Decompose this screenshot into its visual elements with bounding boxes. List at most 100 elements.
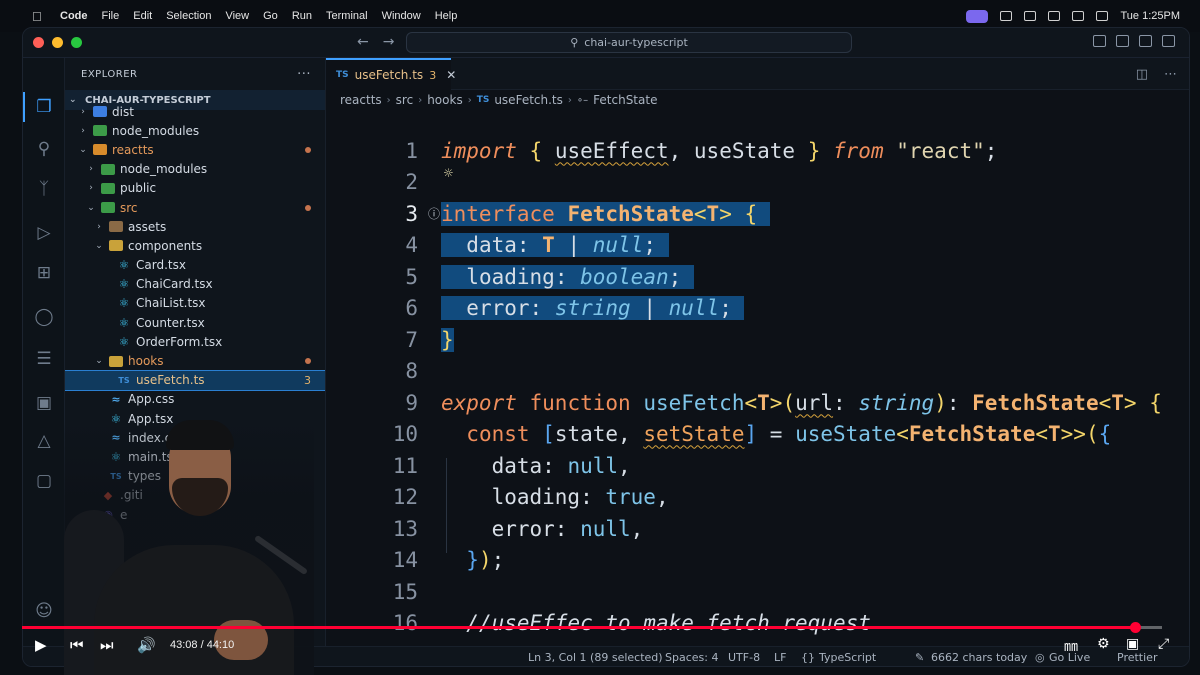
customize-layout-icon[interactable] bbox=[1093, 35, 1106, 47]
folder-icon bbox=[109, 240, 123, 252]
account-icon[interactable]: ☺ bbox=[33, 600, 55, 622]
file-tree-item[interactable]: › node_modules bbox=[65, 121, 325, 140]
menu-help[interactable]: Help bbox=[435, 10, 458, 22]
file-tree-label: public bbox=[120, 181, 157, 196]
settings-gear-icon[interactable]: ⚙ bbox=[1097, 636, 1110, 652]
volume-icon[interactable]: 🔊 bbox=[137, 636, 156, 654]
tray-bluetooth-icon[interactable] bbox=[1048, 11, 1061, 21]
code-line[interactable]: 2 bbox=[326, 166, 1189, 197]
file-tree-item[interactable]: ⌄ components bbox=[65, 236, 325, 255]
captions-icon[interactable]: ㎜ bbox=[1064, 636, 1078, 656]
menu-run[interactable]: Run bbox=[292, 10, 312, 22]
previous-icon[interactable]: ⏮ bbox=[70, 636, 84, 654]
folder-icon bbox=[109, 221, 123, 233]
close-tab-icon[interactable]: ✕ bbox=[446, 68, 456, 82]
run-debug-icon[interactable]: ▷ bbox=[33, 222, 55, 244]
split-editor-icon[interactable]: ◫ bbox=[1136, 67, 1148, 82]
tray-wifi-icon[interactable] bbox=[1072, 11, 1085, 21]
breadcrumb-file[interactable]: useFetch.ts bbox=[494, 93, 563, 107]
menu-selection[interactable]: Selection bbox=[166, 10, 211, 22]
file-tree-item[interactable]: ⌄ reactts bbox=[65, 140, 325, 159]
apple-logo-icon[interactable]:  bbox=[32, 9, 48, 24]
minimize-window-button[interactable] bbox=[52, 37, 63, 48]
file-tree-item[interactable]: › public bbox=[65, 179, 325, 198]
file-tree-item[interactable]: ⌄ hooks bbox=[65, 351, 325, 370]
line-number: 8 bbox=[405, 358, 418, 383]
code-line[interactable]: 1 import { useEffect, useState } from "r… bbox=[326, 135, 1189, 166]
fullscreen-icon[interactable]: ⤢ bbox=[1158, 636, 1169, 652]
tray-control-center-icon[interactable] bbox=[1096, 11, 1109, 21]
toggle-secondary-sidebar-icon[interactable] bbox=[1162, 35, 1175, 47]
code-line[interactable]: 8 bbox=[326, 355, 1189, 386]
extensions-icon[interactable]: ⊞ bbox=[33, 262, 55, 284]
menu-file[interactable]: File bbox=[102, 10, 120, 22]
code-line[interactable]: 3 interface FetchState<T> { bbox=[326, 198, 1189, 229]
code-text: error: string | null; bbox=[441, 295, 745, 320]
code-line[interactable]: 14 }); bbox=[326, 544, 1189, 575]
play-icon[interactable]: ▶ bbox=[35, 636, 47, 654]
file-tree-item[interactable]: › node_modules bbox=[65, 160, 325, 179]
menubar-clock[interactable]: Tue 1:25PM bbox=[1120, 10, 1180, 22]
more-actions-icon[interactable]: ⋯ bbox=[1164, 67, 1177, 82]
chevron-right-icon: › bbox=[386, 94, 391, 106]
activity-bar: ❐ ⚲ ᛉ ▷ ⊞ ◯ ☰ ▣ △ ▢ ☺ bbox=[23, 58, 65, 646]
zoom-window-button[interactable] bbox=[71, 37, 82, 48]
breadcrumb-src[interactable]: src bbox=[396, 93, 414, 107]
breadcrumb-reactts[interactable]: reactts bbox=[340, 93, 382, 107]
typescript-file-icon: TS bbox=[476, 95, 490, 105]
code-line[interactable]: 10 const [state, setState] = useState<Fe… bbox=[326, 418, 1189, 449]
container-icon[interactable]: ▢ bbox=[33, 470, 55, 492]
close-window-button[interactable] bbox=[33, 37, 44, 48]
video-progress-bar[interactable] bbox=[22, 622, 1162, 633]
next-icon[interactable]: ⏭ bbox=[100, 636, 114, 654]
deploy-icon[interactable]: △ bbox=[33, 430, 55, 452]
env-icon[interactable]: ▣ bbox=[33, 392, 55, 414]
menu-window[interactable]: Window bbox=[382, 10, 421, 22]
layers-icon[interactable]: ☰ bbox=[33, 348, 55, 370]
file-tree-item[interactable]: ⚛ Card.tsx bbox=[65, 256, 325, 275]
file-tree-item[interactable]: › assets bbox=[65, 217, 325, 236]
file-tree-item[interactable]: ≈ App.css bbox=[65, 390, 325, 409]
code-line[interactable]: 12 loading: true, bbox=[326, 481, 1189, 512]
file-tree-label: components bbox=[128, 238, 203, 253]
source-control-icon[interactable]: ᛉ bbox=[33, 178, 55, 200]
code-line[interactable]: 4 data: T | null; bbox=[326, 229, 1189, 260]
explorer-icon[interactable]: ❐ bbox=[23, 92, 55, 122]
back-arrow-icon[interactable]: ← bbox=[357, 34, 369, 50]
toggle-sidebar-icon[interactable] bbox=[1116, 35, 1129, 47]
menu-terminal[interactable]: Terminal bbox=[326, 10, 368, 22]
code-line[interactable]: 5 loading: boolean; bbox=[326, 261, 1189, 292]
search-view-icon[interactable]: ⚲ bbox=[33, 138, 55, 160]
menu-edit[interactable]: Edit bbox=[133, 10, 152, 22]
menu-app-name[interactable]: Code bbox=[60, 10, 88, 22]
more-actions-icon[interactable]: ··· bbox=[297, 67, 311, 82]
modified-dot-icon bbox=[305, 358, 311, 365]
database-icon[interactable]: ◯ bbox=[33, 306, 55, 328]
tray-battery-icon[interactable] bbox=[1024, 11, 1037, 21]
chevron-right-icon: › bbox=[89, 183, 93, 194]
file-tree-item[interactable]: › dist bbox=[65, 102, 325, 121]
file-tree-item[interactable]: ⚛ Counter.tsx bbox=[65, 313, 325, 332]
menu-view[interactable]: View bbox=[225, 10, 249, 22]
breadcrumb-hooks[interactable]: hooks bbox=[427, 93, 463, 107]
file-tree-item[interactable]: ⌄ src bbox=[65, 198, 325, 217]
code-line[interactable]: 6 error: string | null; bbox=[326, 292, 1189, 323]
breadcrumb-symbol[interactable]: FetchState bbox=[593, 93, 657, 107]
menu-go[interactable]: Go bbox=[263, 10, 278, 22]
miniplayer-icon[interactable]: ▣ bbox=[1126, 636, 1139, 652]
tray-record-icon[interactable] bbox=[1000, 11, 1013, 21]
forward-arrow-icon[interactable]: → bbox=[383, 34, 395, 50]
file-tree-item[interactable]: ⚛ ChaiList.tsx bbox=[65, 294, 325, 313]
code-line[interactable]: 7 } bbox=[326, 324, 1189, 355]
code-line[interactable]: 15 bbox=[326, 576, 1189, 607]
file-tree-item[interactable]: TS useFetch.ts 3 bbox=[65, 369, 325, 391]
code-line[interactable]: 11 data: null, bbox=[326, 450, 1189, 481]
toggle-panel-icon[interactable] bbox=[1139, 35, 1152, 47]
code-line[interactable]: 9 export function useFetch<T>(url: strin… bbox=[326, 387, 1189, 418]
tab-usefetch[interactable]: TS useFetch.ts 3 ✕ bbox=[326, 58, 456, 90]
file-tree-item[interactable]: ⚛ OrderForm.tsx bbox=[65, 332, 325, 351]
tray-app-icon[interactable] bbox=[966, 9, 989, 23]
code-line[interactable]: 13 error: null, bbox=[326, 513, 1189, 544]
file-tree-item[interactable]: ⚛ ChaiCard.tsx bbox=[65, 275, 325, 294]
command-center-search[interactable]: ⚲ chai-aur-typescript bbox=[406, 32, 852, 53]
